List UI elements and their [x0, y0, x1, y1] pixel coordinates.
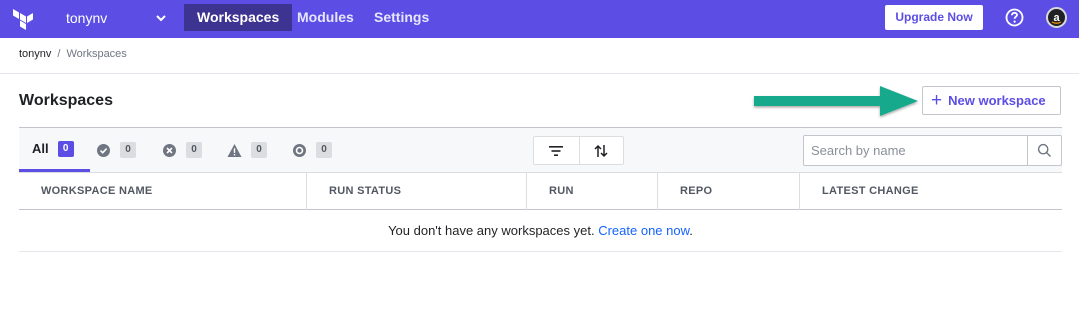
breadcrumb-current: Workspaces [66, 48, 127, 60]
help-icon[interactable] [1005, 8, 1024, 27]
new-workspace-button[interactable]: + New workspace [922, 86, 1061, 115]
filter-tab-all[interactable]: All 0 [19, 128, 90, 172]
column-repo[interactable]: REPO [657, 173, 799, 210]
filter-sort-group [533, 136, 624, 165]
top-nav: tonynv Workspaces Modules Settings Upgra… [0, 0, 1079, 38]
search-box [803, 135, 1062, 166]
create-workspace-link[interactable]: Create one now [598, 223, 689, 238]
filter-warning-count: 0 [251, 142, 267, 158]
search-icon [1037, 143, 1051, 157]
filter-all-count: 0 [57, 140, 74, 157]
amazon-logo-icon: a [1051, 12, 1062, 24]
breadcrumb: tonynv / Workspaces [19, 48, 127, 60]
page-title: Workspaces [19, 92, 113, 109]
filter-bar: All 0 0 0 0 0 [19, 127, 1062, 172]
empty-state-suffix: . [689, 223, 693, 238]
empty-state-row: You don't have any workspaces yet. Creat… [19, 210, 1062, 252]
column-run-status[interactable]: RUN STATUS [306, 173, 526, 210]
filter-lines-icon [549, 145, 564, 156]
column-latest-change[interactable]: LATEST CHANGE [799, 173, 1062, 210]
sort-arrows-icon [594, 144, 608, 157]
filter-tab-success[interactable]: 0 [96, 128, 136, 172]
filter-pending-count: 0 [316, 142, 332, 158]
filter-tab-warning[interactable]: 0 [227, 128, 267, 172]
column-workspace-name[interactable]: WORKSPACE NAME [19, 173, 306, 210]
sort-button[interactable] [578, 137, 624, 164]
filter-tab-errored[interactable]: 0 [162, 128, 202, 172]
org-switcher-label[interactable]: tonynv [66, 10, 107, 26]
check-circle-icon [97, 143, 110, 157]
filter-tab-pending[interactable]: 0 [292, 128, 332, 172]
search-button[interactable] [1027, 136, 1061, 165]
plus-icon: + [931, 90, 943, 111]
terraform-logo-icon[interactable] [12, 8, 34, 30]
annotation-arrow [754, 86, 918, 116]
divider [0, 73, 1079, 74]
nav-settings[interactable]: Settings [361, 4, 442, 31]
warning-icon [227, 143, 242, 157]
nav-workspaces[interactable]: Workspaces [184, 4, 293, 31]
pending-circle-icon [293, 143, 306, 157]
filter-errored-count: 0 [186, 142, 202, 158]
column-run[interactable]: RUN [526, 173, 657, 210]
new-workspace-label: New workspace [948, 93, 1046, 108]
breadcrumb-separator: / [57, 48, 61, 60]
user-avatar[interactable]: a [1046, 7, 1067, 28]
upgrade-now-button[interactable]: Upgrade Now [885, 5, 983, 30]
filter-button[interactable] [534, 137, 579, 164]
filter-success-count: 0 [120, 142, 136, 158]
x-circle-icon [163, 143, 176, 157]
nav-modules[interactable]: Modules [284, 4, 367, 31]
search-input[interactable] [804, 136, 1027, 165]
filter-all-label: All [32, 141, 49, 156]
breadcrumb-org-link[interactable]: tonynv [19, 48, 51, 60]
workspaces-table-header: WORKSPACE NAME RUN STATUS RUN REPO LATES… [19, 172, 1062, 210]
chevron-down-icon[interactable] [154, 11, 168, 25]
empty-state-text: You don't have any workspaces yet. [388, 223, 595, 238]
